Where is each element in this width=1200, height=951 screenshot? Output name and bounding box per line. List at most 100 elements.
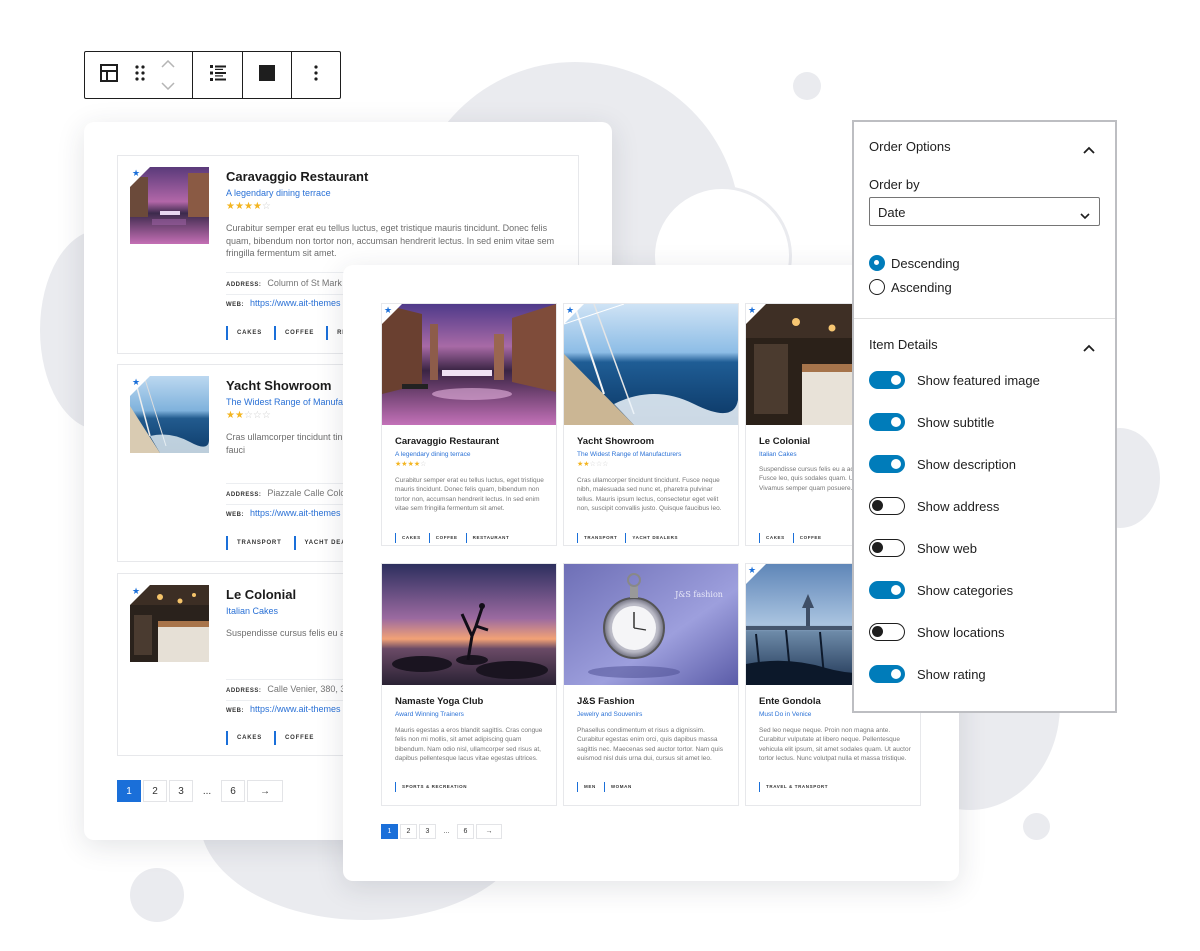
pagination-page[interactable]: 6	[221, 780, 245, 802]
item-web: WEB: https://www.ait-themes	[226, 298, 341, 308]
star-empty-icon: ☆	[602, 461, 609, 468]
toggle-switch[interactable]	[869, 581, 905, 599]
item-title[interactable]: Le Colonial	[226, 587, 296, 602]
pagination-page[interactable]: 3	[419, 824, 436, 839]
item-featured-image[interactable]: ★	[130, 376, 209, 453]
radio-button-icon	[869, 279, 885, 295]
category-tag[interactable]: CAKES	[226, 326, 262, 340]
pagination-page[interactable]: 2	[143, 780, 167, 802]
radio-ascending[interactable]: Ascending	[869, 279, 952, 295]
toggle-show-subtitle[interactable]: Show subtitle	[869, 413, 994, 431]
pagination-page[interactable]: 6	[457, 824, 474, 839]
item-title[interactable]: Ente Gondola	[759, 696, 821, 707]
item-featured-image[interactable]: J&S fashion	[564, 564, 738, 685]
category-tag[interactable]: CAKES	[759, 533, 785, 543]
toggle-show-featured-image[interactable]: Show featured image	[869, 371, 1040, 389]
toggle-show-rating[interactable]: Show rating	[869, 665, 986, 683]
chevron-up-icon[interactable]	[1083, 339, 1095, 357]
toggle-show-description[interactable]: Show description	[869, 455, 1016, 473]
pagination-page[interactable]: 3	[169, 780, 193, 802]
toggle-switch[interactable]	[869, 539, 905, 557]
category-tag[interactable]: COFFEE	[428, 533, 458, 543]
category-tag[interactable]: CAKES	[395, 533, 421, 543]
category-tag[interactable]: TRANSPORT	[226, 536, 282, 550]
item-subtitle: A legendary dining terrace	[226, 188, 331, 198]
more-options-button[interactable]	[292, 52, 340, 98]
toggle-show-categories[interactable]: Show categories	[869, 581, 1013, 599]
category-tag[interactable]: COFFEE	[274, 731, 314, 745]
item-featured-image[interactable]: ★	[382, 304, 556, 425]
toggle-switch[interactable]	[869, 371, 905, 389]
drag-handle-icon[interactable]	[133, 64, 147, 87]
item-description: Sed leo neque neque. Proin non magna ant…	[759, 727, 911, 762]
pagination-next-button[interactable]: →	[247, 780, 283, 802]
pagination-page[interactable]: 1	[381, 824, 398, 839]
item-description: Curabitur semper erat eu tellus luctus, …	[395, 477, 544, 512]
item-title[interactable]: Caravaggio Restaurant	[226, 169, 368, 184]
category-tag[interactable]: MEN	[577, 782, 596, 792]
grid-item[interactable]: Namaste Yoga Club Award Winning Trainers…	[381, 563, 557, 806]
web-link[interactable]: https://www.ait-themes	[250, 704, 341, 714]
item-featured-image[interactable]: ★	[130, 167, 209, 244]
grid-item[interactable]: ★ Caravaggio Restaurant A legendary dini…	[381, 303, 557, 546]
category-tag[interactable]: TRANSPORT	[577, 533, 617, 543]
category-tag[interactable]: CAKES	[226, 731, 262, 745]
item-featured-image[interactable]: ★	[130, 585, 209, 662]
star-empty-icon: ☆	[243, 410, 253, 421]
pagination-page[interactable]: 2	[400, 824, 417, 839]
address-value: Piazzale Calle Colonr	[267, 488, 354, 498]
toggle-switch[interactable]	[869, 497, 905, 515]
toggle-switch[interactable]	[869, 623, 905, 641]
item-title[interactable]: Yacht Showroom	[226, 378, 331, 393]
toggle-label: Show featured image	[917, 372, 1040, 388]
web-link[interactable]: https://www.ait-themes	[250, 298, 341, 308]
toggle-switch[interactable]	[869, 455, 905, 473]
web-link[interactable]: https://www.ait-themes	[250, 508, 341, 518]
order-by-select[interactable]: Date	[869, 197, 1100, 226]
item-categories: TRAVEL & TRANSPORT	[759, 782, 836, 792]
toggle-show-locations[interactable]: Show locations	[869, 623, 1004, 641]
category-tag[interactable]: COFFEE	[792, 533, 822, 543]
radio-label: Descending	[891, 255, 960, 271]
toggle-switch[interactable]	[869, 413, 905, 431]
category-tag[interactable]: RESTAURANT	[465, 533, 510, 543]
block-settings-panel: Order Options Order by Date Descending A…	[852, 120, 1117, 713]
radio-button-icon	[869, 255, 885, 271]
featured-star-icon: ★	[384, 305, 393, 315]
pagination-next-button[interactable]: →	[476, 824, 502, 839]
star-filled-icon: ★	[252, 201, 262, 212]
move-up-icon[interactable]	[161, 55, 175, 73]
toggle-show-address[interactable]: Show address	[869, 497, 999, 515]
toggle-label: Show locations	[917, 624, 1005, 640]
item-title[interactable]: Namaste Yoga Club	[395, 696, 483, 707]
block-layout-icon[interactable]	[99, 63, 119, 88]
category-tag[interactable]: YACHT DEA	[293, 536, 347, 550]
toggle-show-web[interactable]: Show web	[869, 539, 977, 557]
toggle-switch[interactable]	[869, 665, 905, 683]
item-title[interactable]: Le Colonial	[759, 436, 810, 447]
item-title[interactable]: Caravaggio Restaurant	[395, 436, 499, 447]
category-tag[interactable]: SPORTS & RECREATION	[395, 782, 467, 792]
order-options-title[interactable]: Order Options	[869, 139, 951, 154]
grid-item[interactable]: J&S fashion J&S Fashion Jewelry and Souv…	[563, 563, 739, 806]
list-settings-icon	[209, 64, 227, 87]
chevron-up-icon[interactable]	[1083, 141, 1095, 159]
toggle-label: Show categories	[917, 582, 1014, 598]
radio-descending[interactable]: Descending	[869, 255, 960, 271]
item-description: Cras ullamcorper tincidunt tincidunt. Fu…	[577, 477, 722, 512]
item-rating: ★★☆☆☆	[577, 460, 608, 468]
item-details-title[interactable]: Item Details	[869, 337, 938, 352]
item-title[interactable]: Yacht Showroom	[577, 436, 654, 447]
style-button[interactable]	[243, 52, 292, 98]
category-tag[interactable]: COFFEE	[274, 326, 314, 340]
item-featured-image[interactable]	[382, 564, 556, 685]
grid-item[interactable]: ★ Yacht Showroom The Widest Range of Man…	[563, 303, 739, 546]
item-title[interactable]: J&S Fashion	[577, 696, 635, 707]
move-down-icon[interactable]	[161, 77, 175, 95]
pagination-page[interactable]: 1	[117, 780, 141, 802]
item-featured-image[interactable]: ★	[564, 304, 738, 425]
category-tag[interactable]: YACHT DEALERS	[625, 533, 678, 543]
list-settings-button[interactable]	[193, 52, 243, 98]
category-tag[interactable]: WOMAN	[603, 782, 632, 792]
category-tag[interactable]: TRAVEL & TRANSPORT	[759, 782, 828, 792]
